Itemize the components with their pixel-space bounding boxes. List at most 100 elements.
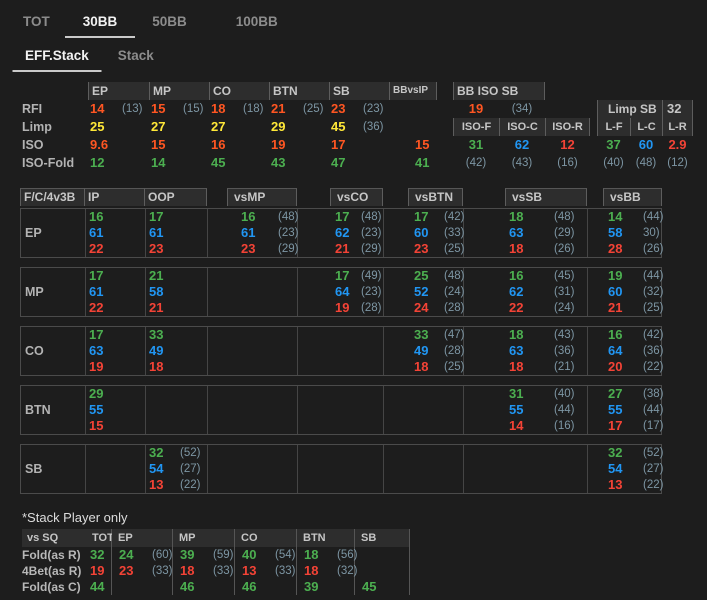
position-label-cell: SB: [21, 445, 86, 493]
stat-line: 23(29): [208, 241, 297, 257]
stat-value: 29: [89, 386, 115, 402]
stat-line: 54(27): [588, 461, 663, 477]
row-label: Fold(as C): [22, 579, 88, 595]
stat-line: 64(23): [298, 284, 383, 300]
stack-player-note: *Stack Player only: [22, 509, 410, 527]
column-header-wrap: vsMP: [207, 188, 297, 206]
stat-value: 25: [414, 268, 440, 284]
stat-paren: (45): [554, 268, 574, 284]
stat-value: 16: [89, 209, 115, 225]
stat-line: 18(26): [464, 241, 587, 257]
tab-30bb[interactable]: 30BB: [83, 13, 118, 31]
stat-value: 19: [89, 359, 115, 375]
stat-value: 60: [608, 284, 634, 300]
stat-line: 5830): [588, 225, 663, 241]
stat-line: 55(44): [588, 402, 663, 418]
stat-value: 24: [112, 547, 142, 563]
stat-line: 54(27): [146, 461, 207, 477]
stat-line: [298, 418, 383, 434]
stat-line: 19: [86, 359, 145, 375]
tab-100bb[interactable]: 100BB: [236, 13, 278, 31]
stat-line: 18(25): [384, 359, 463, 375]
stat-line: 22(24): [464, 300, 587, 316]
stat-paren: (28): [361, 300, 381, 316]
stat-value-sb: [355, 547, 410, 563]
fc4-cell-vsbb: 19(44)60(32)21(25): [588, 268, 663, 316]
stat-paren: (40): [554, 386, 574, 402]
stat-value: 23: [329, 100, 360, 118]
stat-line: [464, 445, 587, 461]
column-header-iso-r: ISO-R: [545, 118, 590, 136]
stat-value: 19: [608, 268, 634, 284]
tab-50bb[interactable]: 50BB: [152, 13, 187, 31]
stat-paren: (29): [361, 241, 381, 257]
stat-line: 17(42): [384, 209, 463, 225]
stat-line: 18(43): [464, 327, 587, 343]
stat-value: 55: [509, 402, 535, 418]
tab-tot[interactable]: TOT: [23, 13, 50, 31]
stat-paren: (32): [327, 563, 355, 579]
stat-paren: [327, 579, 355, 595]
stat-line: 32(52): [588, 445, 663, 461]
stat-value: 14: [608, 209, 634, 225]
stat-paren: [300, 154, 329, 172]
column-header-vsco: vsCO: [330, 188, 383, 206]
stat-line: 49: [146, 343, 207, 359]
position-label: CO: [21, 344, 85, 358]
stat-line: 14 (44): [588, 209, 663, 225]
stat-value: 16: [509, 268, 535, 284]
fc4-cell-vsbb: 14(44)5830)28(26): [588, 209, 663, 257]
squeeze-row-4bet-as-r: 4Bet(as R)1923(33)18(33)13(33)18(32): [22, 563, 410, 579]
stat-value: 29: [269, 118, 300, 136]
stat-paren: [203, 579, 235, 595]
row-label: 4Bet(as R): [22, 563, 88, 579]
open-table-header-row: EPMPCOBTNSBBBvsIPBB ISO SB: [18, 82, 693, 100]
column-header-bbvsip: BBvsIP: [389, 82, 437, 100]
stat-paren: (44): [643, 209, 663, 225]
stat-value: 21: [149, 268, 175, 284]
stat-paren: (25): [444, 359, 464, 375]
column-header-mp: MP: [173, 529, 203, 547]
stat-value: 45: [329, 118, 360, 136]
fc4-cell-vssb: 18(48)63(29)18(26): [464, 209, 588, 257]
stat-line: [384, 445, 463, 461]
open-table-row-rfi: RFI14(13)15(15)18(18)21(25)23(23)19(34)L…: [18, 100, 693, 118]
stat-value: 27: [608, 386, 634, 402]
stat-line: 16: [86, 209, 145, 225]
fold-call-4bet-table: F/C/4v3BIPOOPvsMPvsCOvsBTNvsSBvsBBEP1661…: [20, 188, 662, 503]
column-header-bb-iso-sb: BB ISO SB: [453, 82, 545, 100]
stat-paren: (31): [554, 284, 574, 300]
column-header-mp: MP: [149, 82, 209, 100]
stat-paren: (23): [361, 225, 381, 241]
stat-value: 18: [297, 563, 327, 579]
stat-paren: (13): [119, 100, 149, 118]
position-label-cell: MP: [21, 268, 86, 316]
tab-stack[interactable]: Stack: [118, 47, 154, 65]
stat-line: 63(36): [464, 343, 587, 359]
column-header-oop: OOP: [145, 188, 207, 206]
stat-value: 15: [149, 136, 180, 154]
stat-value: 60: [630, 136, 662, 154]
corner-spacer: [18, 82, 88, 100]
stat-value: 43: [269, 154, 300, 172]
stat-paren: (18): [240, 100, 269, 118]
stat-line: 23: [146, 241, 207, 257]
stat-line: [464, 461, 587, 477]
stat-paren: (44): [554, 402, 574, 418]
stat-value: 18: [173, 563, 203, 579]
stat-line: 29: [86, 386, 145, 402]
stat-value: 49: [149, 343, 175, 359]
stat-paren: [300, 136, 329, 154]
stat-paren: (23): [360, 100, 389, 118]
column-header-iso-c: ISO-C: [499, 118, 545, 136]
fc4-cell-vsco: [298, 327, 384, 375]
stat-value: 24: [414, 300, 440, 316]
stat-value: 58: [149, 284, 175, 300]
stat-value: 21: [335, 241, 361, 257]
stat-paren: [180, 136, 209, 154]
column-header-vsbb: vsBB: [603, 188, 662, 206]
tab-eff-stack[interactable]: EFF.Stack: [25, 47, 89, 65]
stat-value: 45: [209, 154, 240, 172]
stat-paren: (54): [265, 547, 297, 563]
stat-line: [298, 359, 383, 375]
